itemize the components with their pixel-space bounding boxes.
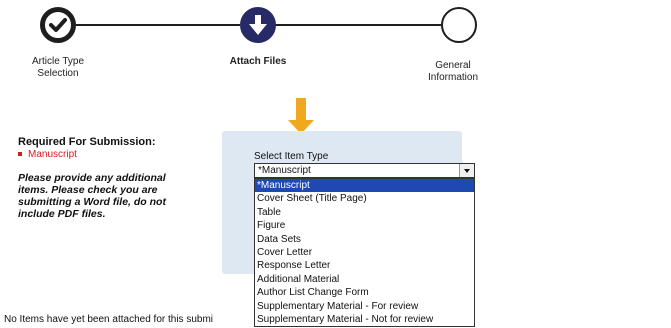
- step-todo-circle: [441, 7, 477, 43]
- required-item: Manuscript: [18, 149, 77, 160]
- step-completed-circle: [40, 7, 76, 43]
- required-title: Required For Submission:: [18, 136, 156, 148]
- arrow-down-icon: [249, 15, 267, 35]
- instruction-note: Please provide any additional items. Ple…: [18, 172, 166, 220]
- item-type-dropdown-list: *Manuscript Cover Sheet (Title Page) Tab…: [254, 178, 475, 327]
- progress-line: [76, 24, 240, 26]
- item-type-label: Select Item Type: [254, 151, 329, 162]
- option-table[interactable]: Table: [255, 206, 474, 219]
- step-label-general-information: General Information: [427, 60, 479, 83]
- option-manuscript[interactable]: *Manuscript: [255, 179, 474, 193]
- item-type-selected-value: *Manuscript: [258, 165, 311, 176]
- chevron-down-icon[interactable]: [459, 164, 474, 177]
- option-additional-material[interactable]: Additional Material: [255, 273, 474, 286]
- option-cover-letter[interactable]: Cover Letter: [255, 246, 474, 259]
- option-supplementary-for-review[interactable]: Supplementary Material - For review: [255, 300, 474, 313]
- step-label-article-type: Article Type Selection: [31, 56, 85, 79]
- pointer-arrow-icon: [296, 98, 306, 122]
- bullet-icon: [18, 152, 22, 157]
- option-data-sets[interactable]: Data Sets: [255, 233, 474, 246]
- progress-line: [274, 24, 446, 26]
- option-response-letter[interactable]: Response Letter: [255, 259, 474, 272]
- option-figure[interactable]: Figure: [255, 219, 474, 232]
- check-icon: [49, 18, 67, 32]
- option-supplementary-not-for-review[interactable]: Supplementary Material - Not for review: [255, 313, 474, 326]
- option-author-list-change-form[interactable]: Author List Change Form: [255, 286, 474, 299]
- no-items-message: No Items have yet been attached for this…: [4, 314, 213, 325]
- option-cover-sheet[interactable]: Cover Sheet (Title Page): [255, 192, 474, 205]
- step-label-attach-files: Attach Files: [229, 56, 287, 67]
- item-type-select[interactable]: *Manuscript: [254, 163, 475, 178]
- step-current-circle: [240, 7, 276, 43]
